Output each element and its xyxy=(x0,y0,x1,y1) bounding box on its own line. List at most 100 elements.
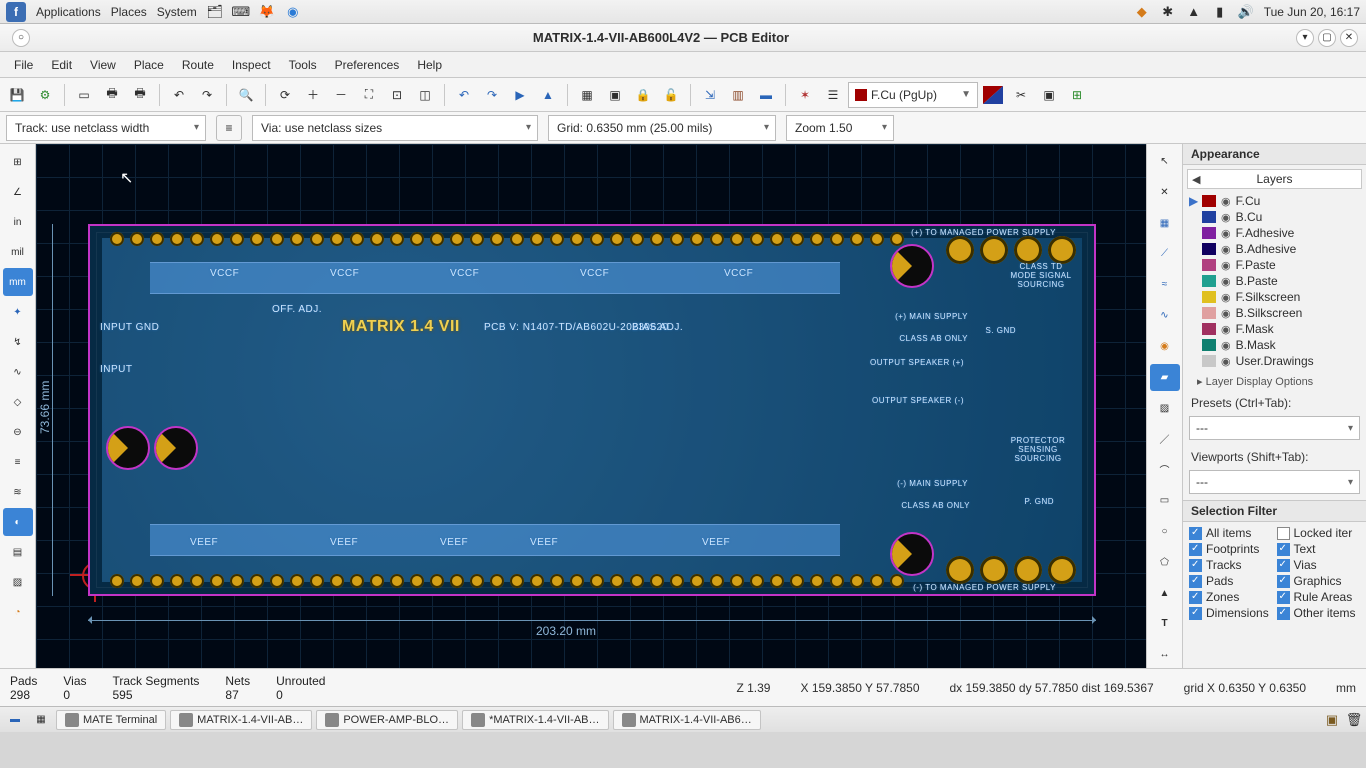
checkbox-icon[interactable] xyxy=(1189,591,1202,604)
layer-display-options-label[interactable]: Layer Display Options xyxy=(1206,376,1314,388)
volume-icon[interactable]: 🔊 xyxy=(1238,4,1254,20)
checkbox-icon[interactable] xyxy=(1277,591,1290,604)
filter-other-items[interactable]: Other items xyxy=(1277,606,1361,620)
add-zone-icon[interactable]: ▰ xyxy=(1150,364,1180,391)
zoom-fit-icon[interactable]: ⛶ xyxy=(356,82,382,108)
rotate-ccw-icon[interactable]: ↶ xyxy=(451,82,477,108)
pad-outline-toggle[interactable]: ≋ xyxy=(3,478,33,506)
place-footprint-icon[interactable]: ▦ xyxy=(1150,210,1180,237)
layer-row-b-silkscreen[interactable]: ▶◉B.Silkscreen xyxy=(1187,305,1362,321)
viewports-select[interactable]: ---▾ xyxy=(1189,470,1360,494)
zoom-select[interactable]: Zoom 1.50▾ xyxy=(786,115,894,141)
filter-vias[interactable]: Vias xyxy=(1277,558,1361,572)
filter-graphics[interactable]: Graphics xyxy=(1277,574,1361,588)
layer-color-swatch[interactable] xyxy=(1202,307,1216,319)
filter-zones[interactable]: Zones xyxy=(1189,590,1273,604)
units-in-toggle[interactable]: in xyxy=(3,208,33,236)
menu-file[interactable]: File xyxy=(6,55,41,75)
tray-trash-icon[interactable]: 🗑 xyxy=(1346,712,1362,728)
via-size-select[interactable]: Via: use netclass sizes▾ xyxy=(252,115,538,141)
filter-tracks[interactable]: Tracks xyxy=(1189,558,1273,572)
clock[interactable]: Tue Jun 20, 16:17 xyxy=(1264,5,1360,19)
layers-tab[interactable]: ◀Layers xyxy=(1187,169,1362,189)
visibility-eye-icon[interactable]: ◉ xyxy=(1221,243,1231,256)
layer-row-b-paste[interactable]: ▶◉B.Paste xyxy=(1187,273,1362,289)
checkbox-icon[interactable] xyxy=(1277,559,1290,572)
visibility-eye-icon[interactable]: ◉ xyxy=(1221,291,1231,304)
menu-route[interactable]: Route xyxy=(174,55,222,75)
draw-polygon-icon[interactable]: ⬠ xyxy=(1150,549,1180,576)
print-icon[interactable]: 🖶 xyxy=(99,82,125,108)
net-inspector-icon[interactable]: ✂ xyxy=(1008,82,1034,108)
redo-icon[interactable]: ↷ xyxy=(194,82,220,108)
update-from-schematic-icon[interactable]: ⇲ xyxy=(697,82,723,108)
grid-select[interactable]: Grid: 0.6350 mm (25.00 mils)▾ xyxy=(548,115,776,141)
menu-preferences[interactable]: Preferences xyxy=(327,55,408,75)
net-color-toggle[interactable]: ▤ xyxy=(3,538,33,566)
task-item[interactable]: *MATRIX-1.4-VII-AB… xyxy=(462,710,608,730)
checkbox-icon[interactable] xyxy=(1189,543,1202,556)
layer-color-swatch[interactable] xyxy=(1202,355,1216,367)
inspector-icon[interactable]: ☰ xyxy=(820,82,846,108)
filter-dimensions[interactable]: Dimensions xyxy=(1189,606,1273,620)
library-icon[interactable]: ▥ xyxy=(725,82,751,108)
checkbox-icon[interactable] xyxy=(1277,607,1290,620)
bluetooth-icon[interactable]: ✱ xyxy=(1160,4,1176,20)
layer-color-swatch[interactable] xyxy=(1202,227,1216,239)
add-text-icon[interactable]: T xyxy=(1150,610,1180,637)
tune-length-icon[interactable]: ∿ xyxy=(1150,302,1180,329)
highlight-net-icon[interactable]: ✕ xyxy=(1150,179,1180,206)
find-icon[interactable]: 🔍 xyxy=(233,82,259,108)
scripting-console-icon[interactable]: ▣ xyxy=(1036,82,1062,108)
filter-locked-iter[interactable]: Locked iter xyxy=(1277,526,1361,540)
3d-viewer-icon[interactable]: ▬ xyxy=(753,82,779,108)
zoom-selection-icon[interactable]: ◫ xyxy=(412,82,438,108)
add-dimension-icon[interactable]: ↔ xyxy=(1150,641,1180,668)
tray-kicad-icon[interactable]: ▣ xyxy=(1324,712,1340,728)
task-item[interactable]: MATRIX-1.4-VII-AB6… xyxy=(613,710,761,730)
zoom-in-icon[interactable]: ＋ xyxy=(300,82,326,108)
visibility-eye-icon[interactable]: ◉ xyxy=(1221,355,1231,368)
design-block-icon[interactable]: ⊞ xyxy=(1064,82,1090,108)
outline-mode-toggle[interactable]: ◇ xyxy=(3,388,33,416)
checkbox-icon[interactable] xyxy=(1277,575,1290,588)
workspace-switcher-icon[interactable]: ▦ xyxy=(30,706,52,734)
lock-icon[interactable]: 🔒 xyxy=(630,82,656,108)
minimize-button[interactable]: ▾ xyxy=(1296,29,1314,47)
route-track-icon[interactable]: ⟋ xyxy=(1150,240,1180,267)
via-outline-toggle[interactable]: ⊖ xyxy=(3,418,33,446)
add-rule-area-icon[interactable]: ▨ xyxy=(1150,395,1180,422)
draw-circle-icon[interactable]: ○ xyxy=(1150,518,1180,545)
zoom-objects-icon[interactable]: ⊡ xyxy=(384,82,410,108)
track-width-select[interactable]: Track: use netclass width▾ xyxy=(6,115,206,141)
menu-place[interactable]: Place xyxy=(126,55,172,75)
layer-color-swatch[interactable] xyxy=(1202,195,1216,207)
save-icon[interactable]: 💾 xyxy=(4,82,30,108)
sys-menu-places[interactable]: Places xyxy=(111,5,147,19)
show-grid-toggle[interactable]: ⊞ xyxy=(3,148,33,176)
filter-text[interactable]: Text xyxy=(1277,542,1361,556)
zoom-out-icon[interactable]: － xyxy=(328,82,354,108)
visibility-eye-icon[interactable]: ◉ xyxy=(1221,259,1231,272)
layer-row-user-drawings[interactable]: ▶◉User.Drawings xyxy=(1187,353,1362,369)
visibility-eye-icon[interactable]: ◉ xyxy=(1221,339,1231,352)
checkbox-icon[interactable] xyxy=(1277,543,1290,556)
show-desktop-icon[interactable]: ▬ xyxy=(4,706,26,734)
layer-color-swatch[interactable] xyxy=(1202,259,1216,271)
menu-view[interactable]: View xyxy=(82,55,124,75)
task-item[interactable]: POWER-AMP-BLO… xyxy=(316,710,458,730)
add-via-icon[interactable]: ◉ xyxy=(1150,333,1180,360)
draw-arc-icon[interactable]: ⌒ xyxy=(1150,456,1180,483)
menu-inspect[interactable]: Inspect xyxy=(224,55,279,75)
layer-color-swatch[interactable] xyxy=(1202,291,1216,303)
filter-pads[interactable]: Pads xyxy=(1189,574,1273,588)
filter-footprints[interactable]: Footprints xyxy=(1189,542,1273,556)
window-menu-icon[interactable]: ○ xyxy=(12,29,30,47)
visibility-eye-icon[interactable]: ◉ xyxy=(1221,323,1231,336)
checkbox-icon[interactable] xyxy=(1189,575,1202,588)
layer-row-b-adhesive[interactable]: ▶◉B.Adhesive xyxy=(1187,241,1362,257)
layer-color-swatch[interactable] xyxy=(1202,323,1216,335)
maximize-button[interactable]: ▢ xyxy=(1318,29,1336,47)
mirror-h-icon[interactable]: ▶ xyxy=(507,82,533,108)
menu-edit[interactable]: Edit xyxy=(43,55,80,75)
